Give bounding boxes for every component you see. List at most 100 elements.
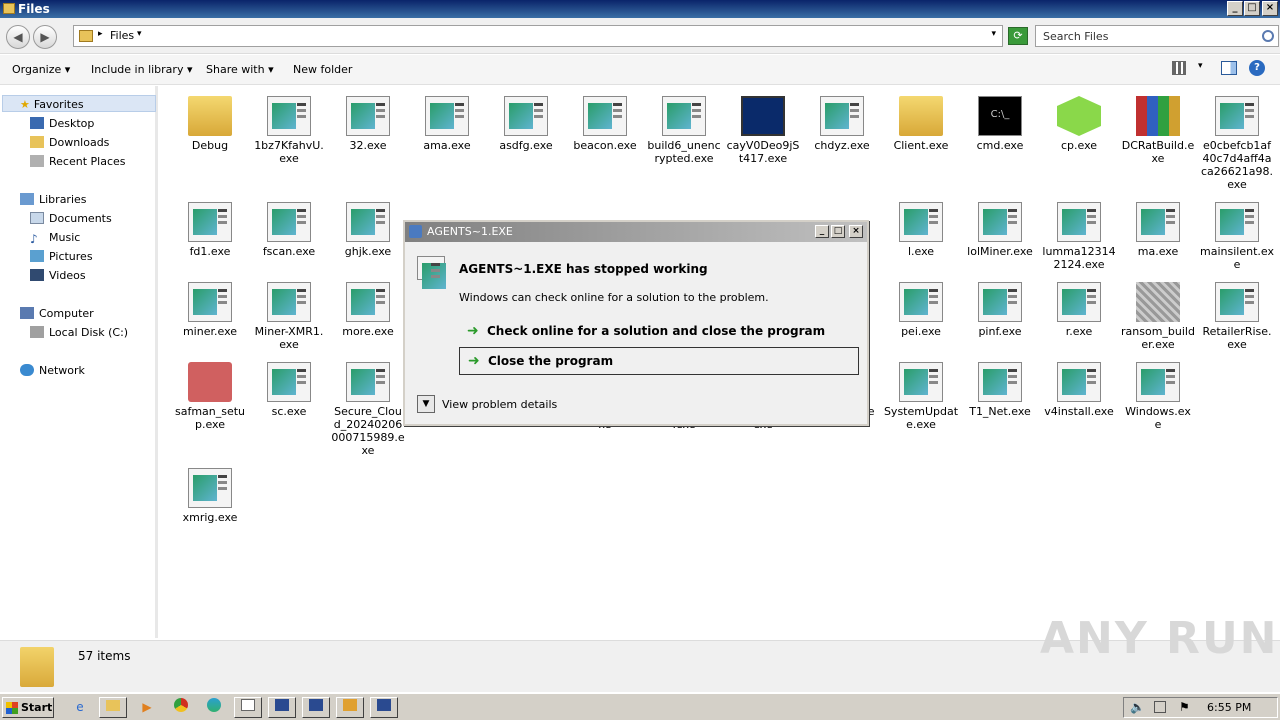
forward-button[interactable]: ▶	[33, 25, 57, 49]
sidebar-item-local-disk[interactable]: Local Disk (C:)	[30, 324, 128, 341]
file-item[interactable]: RetailerRise. exe	[1198, 276, 1276, 351]
sidebar-item-documents[interactable]: Documents	[30, 210, 112, 227]
file-item[interactable]: DCRatBuild.e xe	[1119, 90, 1197, 165]
sidebar-item-favorites[interactable]: ★ Favorites	[2, 95, 156, 112]
file-item[interactable]: C:\_ cmd.exe	[961, 90, 1039, 152]
network-tray-icon[interactable]	[1154, 701, 1166, 713]
file-item[interactable]: Windows.ex e	[1119, 356, 1197, 431]
file-item[interactable]: fd1.exe	[171, 196, 249, 258]
breadcrumb[interactable]: Files	[110, 29, 134, 42]
file-item[interactable]: ma.exe	[1119, 196, 1197, 258]
computer-icon	[20, 307, 34, 319]
file-item[interactable]: beacon.exe	[566, 90, 644, 152]
file-item[interactable]: build6_unenc rypted.exe	[645, 90, 723, 165]
volume-icon[interactable]: 🔈	[1130, 700, 1145, 714]
close-program-button[interactable]: ➜ Close the program	[459, 347, 859, 375]
file-name: ama.exe	[423, 139, 471, 152]
history-dropdown-icon[interactable]: ▾	[991, 29, 996, 39]
file-item[interactable]: sc.exe	[250, 356, 328, 418]
file-item[interactable]: Secure_Clou d_20240206 000715989.e xe	[329, 356, 407, 457]
dialog-close-button[interactable]: ×	[849, 225, 863, 238]
file-item[interactable]: Debug	[171, 90, 249, 152]
sidebar-item-pictures[interactable]: Pictures	[30, 248, 93, 265]
file-item[interactable]: asdfg.exe	[487, 90, 565, 152]
chrome-icon[interactable]	[167, 697, 195, 718]
taskbar-app-button[interactable]	[302, 697, 330, 718]
file-item[interactable]: l.exe	[882, 196, 960, 258]
view-options-icon[interactable]	[1172, 61, 1186, 75]
file-item[interactable]: ghjk.exe	[329, 196, 407, 258]
file-item[interactable]: v4install.exe	[1040, 356, 1118, 418]
media-player-icon[interactable]: ▶	[133, 697, 161, 718]
file-item[interactable]: xmrig.exe	[171, 462, 249, 524]
file-item[interactable]: fscan.exe	[250, 196, 328, 258]
file-item[interactable]: pinf.exe	[961, 276, 1039, 338]
search-icon[interactable]	[1262, 30, 1274, 42]
check-online-button[interactable]: ➜ Check online for a solution and close t…	[459, 318, 859, 346]
back-button[interactable]: ◀	[6, 25, 30, 49]
include-in-library-button[interactable]: Include in library ▾	[91, 63, 192, 76]
exe-file-icon	[1057, 362, 1101, 402]
chevron-down-icon[interactable]: ▾	[137, 29, 142, 39]
sidebar-item-network[interactable]: Network	[20, 362, 85, 379]
file-item[interactable]: safman_setu p.exe	[171, 356, 249, 431]
file-item[interactable]: Miner-XMR1. exe	[250, 276, 328, 351]
taskbar-app-button[interactable]	[370, 697, 398, 718]
organize-button[interactable]: Organize ▾	[12, 63, 70, 76]
sidebar-item-videos[interactable]: Videos	[30, 267, 86, 284]
file-item[interactable]: mainsilent.ex e	[1198, 196, 1276, 271]
sidebar-item-recent-places[interactable]: Recent Places	[30, 153, 126, 170]
file-item[interactable]: ama.exe	[408, 90, 486, 152]
new-folder-button[interactable]: New folder	[293, 63, 352, 76]
refresh-button[interactable]: ⟳	[1008, 27, 1028, 45]
close-button[interactable]: ×	[1262, 1, 1278, 16]
file-item[interactable]: ransom_build er.exe	[1119, 276, 1197, 351]
dialog-minimize-button[interactable]: _	[815, 225, 829, 238]
file-item[interactable]: r.exe	[1040, 276, 1118, 338]
downloads-icon	[30, 136, 44, 148]
taskbar-app-button[interactable]	[336, 697, 364, 718]
sidebar-item-downloads[interactable]: Downloads	[30, 134, 109, 151]
file-item[interactable]: chdyz.exe	[803, 90, 881, 152]
file-item[interactable]: cayV0Deo9jS t417.exe	[724, 90, 802, 165]
sidebar-item-music[interactable]: ♪ Music	[30, 229, 80, 246]
exe-file-icon	[346, 362, 390, 402]
taskbar-app-button[interactable]	[268, 697, 296, 718]
file-item[interactable]: pei.exe	[882, 276, 960, 338]
ie-icon[interactable]: e	[66, 697, 94, 718]
sidebar-item-desktop[interactable]: Desktop	[30, 115, 94, 132]
file-item[interactable]: 32.exe	[329, 90, 407, 152]
view-details-link[interactable]: View problem details	[442, 398, 557, 411]
address-input[interactable]: ▸ Files ▾ ▾	[73, 25, 1003, 47]
explorer-taskbar-button[interactable]	[99, 697, 127, 718]
file-item[interactable]: SystemUpdat e.exe	[882, 356, 960, 431]
sidebar-item-computer[interactable]: Computer	[20, 305, 94, 322]
preview-pane-icon[interactable]	[1221, 61, 1237, 75]
file-item[interactable]: miner.exe	[171, 276, 249, 338]
file-name: lumma12314 2124.exe	[1042, 245, 1116, 271]
start-button[interactable]: Start	[2, 697, 54, 718]
file-name: pei.exe	[901, 325, 941, 338]
file-item[interactable]: 1bz7KfahvU. exe	[250, 90, 328, 165]
file-item[interactable]: Client.exe	[882, 90, 960, 152]
sidebar-item-libraries[interactable]: Libraries	[20, 191, 87, 208]
maximize-button[interactable]: □	[1244, 1, 1260, 16]
windows-logo-icon	[6, 702, 18, 714]
minimize-button[interactable]: _	[1227, 1, 1243, 16]
flag-icon[interactable]: ⚑	[1179, 700, 1190, 714]
file-item[interactable]: e0cbefcb1af 40c7d4aff4a ca26621a98. exe	[1198, 90, 1276, 191]
expand-details-icon[interactable]: ▼	[417, 395, 435, 413]
edge-icon[interactable]	[200, 697, 228, 718]
chevron-down-icon[interactable]: ▾	[1198, 61, 1203, 71]
file-item[interactable]: lolMiner.exe	[961, 196, 1039, 258]
clock[interactable]: 6:55 PM	[1207, 701, 1251, 714]
taskbar-app-button[interactable]	[234, 697, 262, 718]
file-item[interactable]: more.exe	[329, 276, 407, 338]
help-icon[interactable]: ?	[1249, 60, 1265, 76]
search-input[interactable]: Search Files	[1035, 25, 1279, 47]
file-item[interactable]: cp.exe	[1040, 90, 1118, 152]
file-item[interactable]: lumma12314 2124.exe	[1040, 196, 1118, 271]
dialog-maximize-button[interactable]: □	[831, 225, 845, 238]
file-item[interactable]: T1_Net.exe	[961, 356, 1039, 418]
share-with-button[interactable]: Share with ▾	[206, 63, 274, 76]
